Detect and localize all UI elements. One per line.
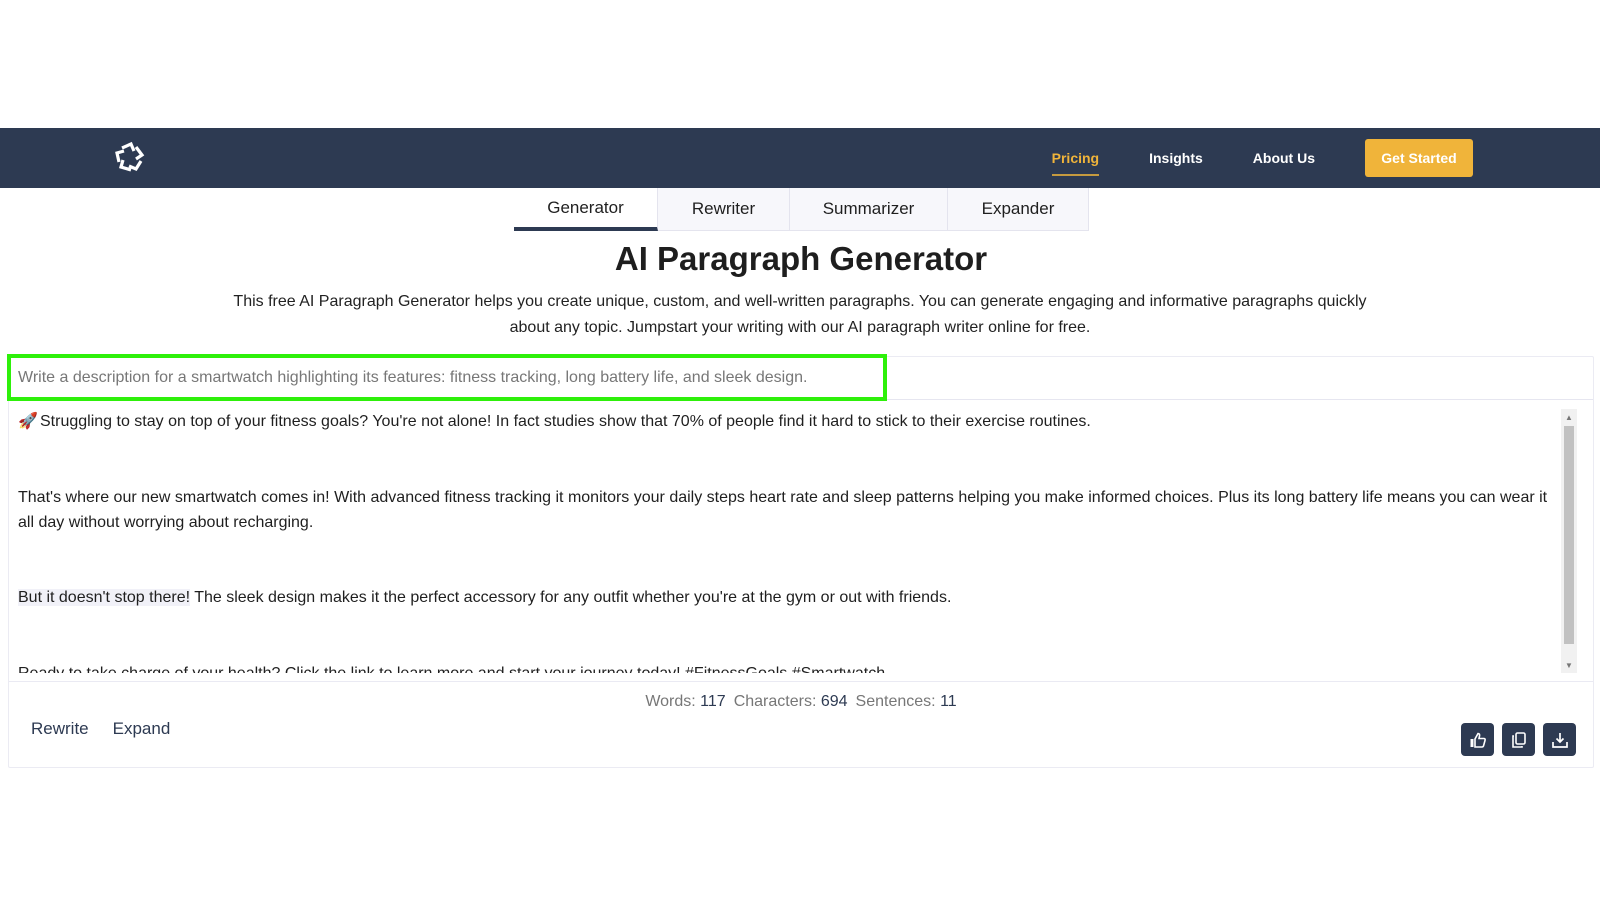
output-scrollbar[interactable]: ▲ ▼ <box>1561 409 1577 673</box>
prompt-row <box>7 354 1593 401</box>
output-text-area[interactable]: 🚀 Struggling to stay on top of your fitne… <box>9 409 1569 673</box>
nav-link-about-us[interactable]: About Us <box>1253 128 1315 188</box>
rocket-icon: 🚀 <box>18 413 38 430</box>
nav-link-insights[interactable]: Insights <box>1149 128 1203 188</box>
output-tools <box>1461 723 1576 756</box>
scrollbar-thumb[interactable] <box>1564 426 1574 644</box>
scroll-down-arrow-icon[interactable]: ▼ <box>1561 657 1577 673</box>
download-button[interactable] <box>1543 723 1576 756</box>
nav-link-pricing[interactable]: Pricing <box>1051 128 1100 188</box>
tab-generator[interactable]: Generator <box>514 188 658 231</box>
rewrite-button[interactable]: Rewrite <box>31 719 89 739</box>
output-paragraph: Ready to take charge of your health? Cli… <box>18 661 1559 673</box>
tab-rewriter[interactable]: Rewriter <box>658 188 790 231</box>
copy-icon <box>1511 731 1526 748</box>
selected-text: But it doesn't stop there! <box>18 589 191 606</box>
tab-summarizer[interactable]: Summarizer <box>790 188 948 231</box>
output-paragraph: 🚀 Struggling to stay on top of your fitne… <box>18 409 1559 434</box>
thumbs-up-button[interactable] <box>1461 723 1494 756</box>
words-count: 117 <box>700 692 726 710</box>
output-paragraph: But it doesn't stop there! The sleek des… <box>18 589 952 606</box>
get-started-button[interactable]: Get Started <box>1365 139 1473 177</box>
thumbs-up-icon <box>1470 732 1486 748</box>
tab-expander[interactable]: Expander <box>948 188 1089 231</box>
nav-links: Pricing Insights About Us Get Started <box>1051 128 1600 188</box>
output-paragraph: That's where our new smartwatch comes in… <box>18 489 1548 531</box>
tool-tabs: Generator Rewriter Summarizer Expander <box>514 188 1089 231</box>
logo-icon[interactable] <box>114 140 146 174</box>
text-stats: Words: 117 Characters: 694 Sentences: 11 <box>9 681 1593 721</box>
download-icon <box>1551 732 1568 748</box>
top-blank-area <box>0 0 1600 128</box>
sentences-label: Sentences: <box>855 692 936 710</box>
characters-label: Characters: <box>733 692 817 710</box>
characters-count: 694 <box>820 692 848 710</box>
prompt-input[interactable] <box>11 359 881 396</box>
page-intro: This free AI Paragraph Generator helps y… <box>233 293 1367 336</box>
copy-button[interactable] <box>1502 723 1535 756</box>
scroll-up-arrow-icon[interactable]: ▲ <box>1561 409 1577 425</box>
generator-card: 🚀Struggling to stay on top of your fitne… <box>7 354 1594 768</box>
sentences-count: 11 <box>940 692 957 710</box>
navbar: Pricing Insights About Us Get Started <box>0 128 1600 188</box>
text-actions: Rewrite Expand <box>31 719 170 739</box>
expand-button[interactable]: Expand <box>113 719 171 739</box>
page-title: AI Paragraph Generator <box>614 240 988 277</box>
words-label: Words: <box>645 692 696 710</box>
